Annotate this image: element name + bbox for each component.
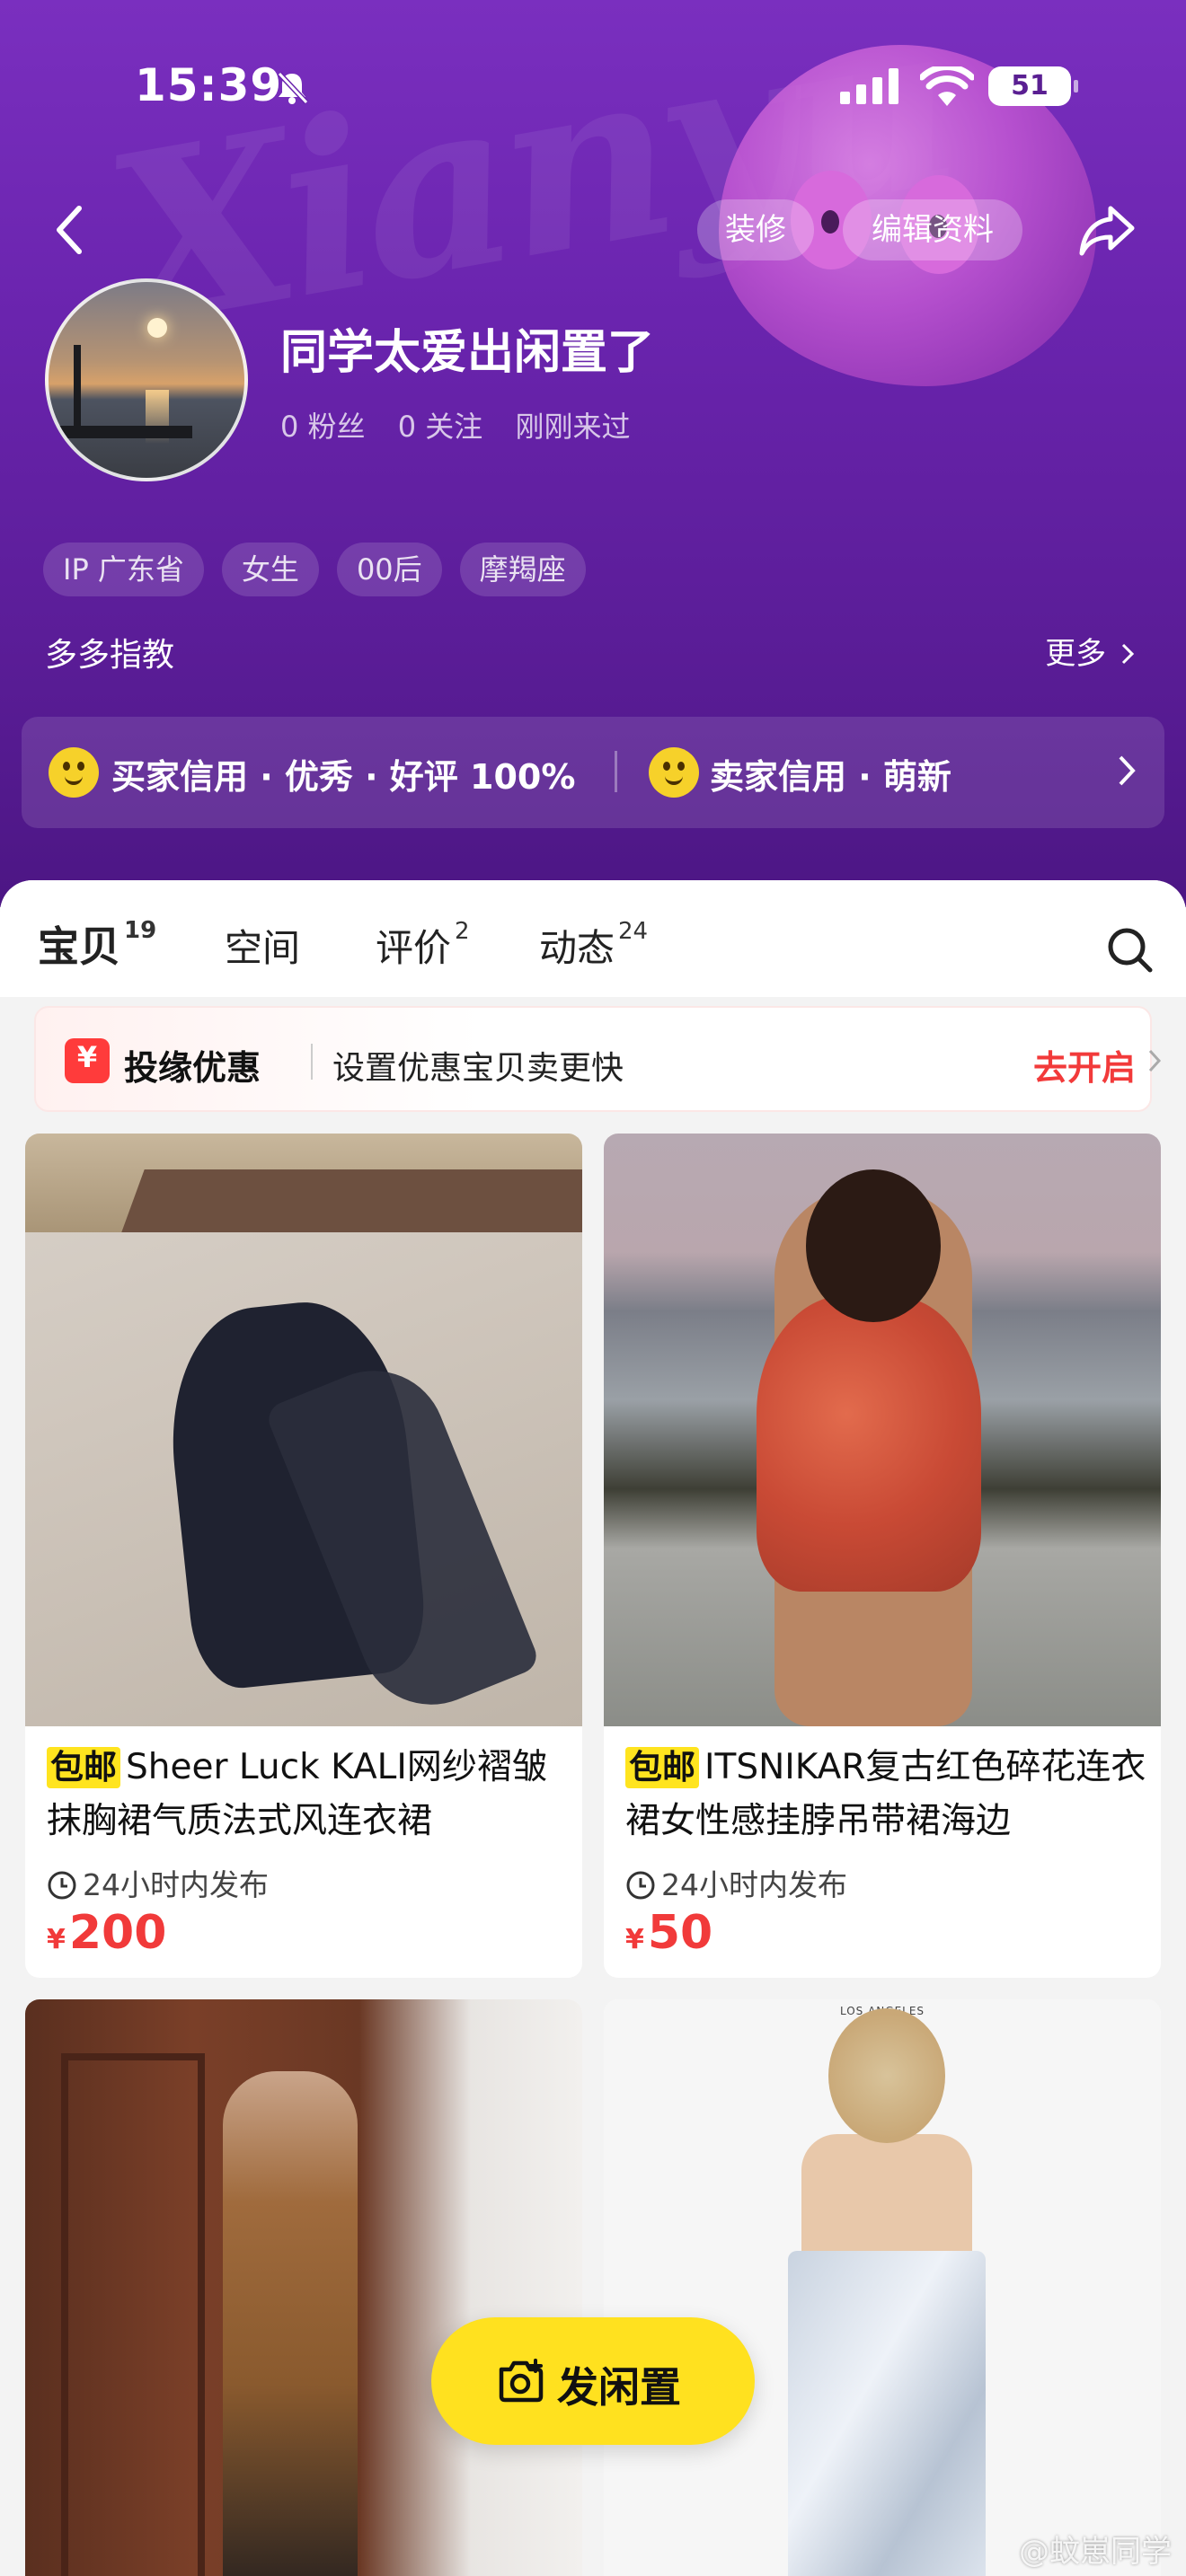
product-title: 包邮 Sheer Luck KALI网纱褶皱抹胸裙气质法式风连衣裙 <box>47 1747 547 1841</box>
free-shipping-badge: 包邮 <box>625 1747 699 1788</box>
promo-banner[interactable]: 投缘优惠 设置优惠宝贝卖更快 去开启 <box>34 1006 1162 1112</box>
avatar[interactable] <box>45 278 248 481</box>
product-image: LOS ANGELES <box>604 1999 1161 2576</box>
product-card[interactable]: 包邮 Sheer Luck KALI网纱褶皱抹胸裙气质法式风连衣裙 24小时内发布… <box>25 1134 582 1978</box>
tag-zodiac: 摩羯座 <box>459 543 586 596</box>
search-icon[interactable] <box>1105 925 1155 975</box>
edit-profile-button[interactable]: 编辑资料 <box>843 199 1022 260</box>
wifi-icon <box>920 66 974 106</box>
more-link[interactable]: 更多 <box>1045 629 1136 673</box>
chevron-right-icon <box>1148 1049 1162 1072</box>
signal-icon <box>840 68 898 104</box>
credit-bar[interactable]: 买家信用 · 优秀 · 好评 100% 卖家信用 · 萌新 <box>22 717 1164 828</box>
camera-plus-icon <box>499 2359 544 2403</box>
status-time: 15:39 <box>135 59 283 111</box>
chevron-right-icon <box>1119 755 1136 786</box>
back-arrow-icon[interactable] <box>52 203 88 257</box>
tab-space[interactable]: 空间 <box>225 918 300 973</box>
tab-bar: 宝贝 19 空间 评价 2 动态 24 <box>0 880 1186 997</box>
promo-title: 投缘优惠 <box>124 1048 261 1088</box>
decorate-button[interactable]: 装修 <box>697 199 814 260</box>
followers-count[interactable]: 0 粉丝 <box>280 410 366 444</box>
profile-header: Xianyu 15:39 51 装修 编辑资料 同学太爱出闲置了 0 粉丝 0 … <box>0 0 1186 907</box>
bell-muted-icon <box>277 71 309 105</box>
profile-bio: 多多指教 <box>45 637 175 674</box>
publish-time: 24小时内发布 <box>47 1861 269 1904</box>
clock-icon <box>626 1871 655 1900</box>
more-label: 更多 <box>1045 636 1107 672</box>
watermark: @蚊崽同学 <box>1019 2534 1172 2570</box>
promo-cta[interactable]: 去开启 <box>1033 1040 1136 1090</box>
share-icon[interactable] <box>1078 203 1136 257</box>
chevron-right-icon <box>1121 643 1135 665</box>
promo-description: 设置优惠宝贝卖更快 <box>332 1050 624 1087</box>
profile-stats: 0 粉丝 0 关注 刚刚来过 <box>280 404 653 446</box>
tab-items[interactable]: 宝贝 19 <box>38 914 156 974</box>
product-image <box>25 1999 582 2576</box>
tab-reviews[interactable]: 评价 2 <box>376 918 470 973</box>
buyer-credit: 买家信用 · 优秀 · 好评 100% <box>111 757 576 797</box>
product-card[interactable]: LOS ANGELES <box>604 1999 1161 2576</box>
coupon-icon <box>65 1038 110 1083</box>
tag-age: 00后 <box>336 543 442 596</box>
product-price: ¥200 <box>47 1906 167 1960</box>
last-seen: 刚刚来过 <box>515 410 631 444</box>
battery-icon: 51 <box>988 66 1078 106</box>
product-image <box>604 1134 1161 1726</box>
smile-face-icon <box>49 747 99 798</box>
smile-face-icon <box>649 747 699 798</box>
product-title: 包邮 ITSNIKAR复古红色碎花连衣裙女性感挂脖吊带裙海边 <box>625 1747 1146 1841</box>
tag-location: IP 广东省 <box>43 543 204 596</box>
post-item-label: 发闲置 <box>557 2363 681 2412</box>
tag-gender: 女生 <box>221 543 319 596</box>
profile-tags: IP 广东省 女生 00后 摩羯座 <box>43 543 604 596</box>
product-price: ¥50 <box>625 1906 713 1960</box>
publish-time: 24小时内发布 <box>625 1861 847 1904</box>
tab-feed[interactable]: 动态 24 <box>539 918 648 973</box>
product-card[interactable]: 包邮 ITSNIKAR复古红色碎花连衣裙女性感挂脖吊带裙海边 24小时内发布 ¥5… <box>604 1134 1161 1978</box>
product-image <box>25 1134 582 1726</box>
free-shipping-badge: 包邮 <box>47 1747 120 1788</box>
product-card[interactable] <box>25 1999 582 2576</box>
following-count[interactable]: 0 关注 <box>398 410 483 444</box>
seller-credit: 卖家信用 · 萌新 <box>710 757 951 797</box>
username: 同学太爱出闲置了 <box>280 326 655 380</box>
post-item-button[interactable]: 发闲置 <box>431 2317 755 2445</box>
clock-icon <box>48 1871 76 1900</box>
